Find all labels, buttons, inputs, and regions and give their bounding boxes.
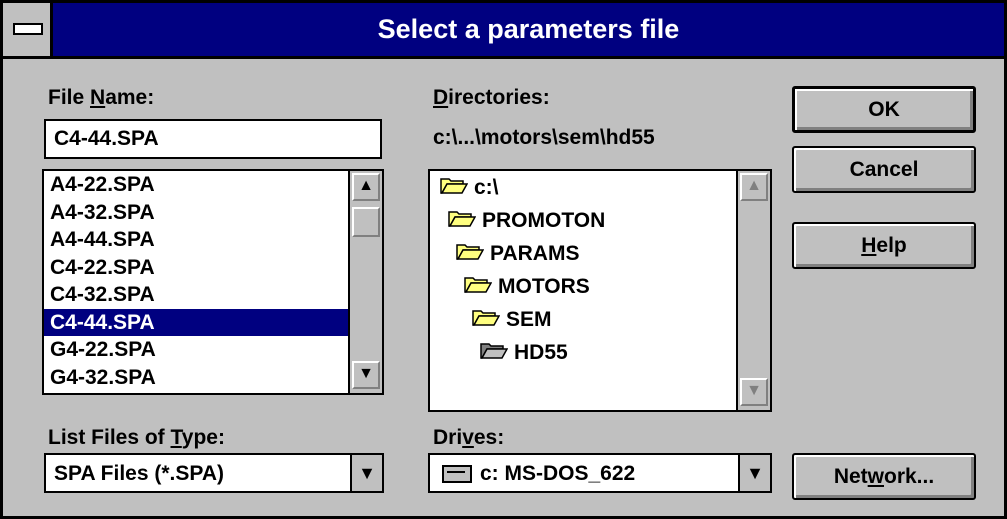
directory-item[interactable]: PROMOTON (430, 204, 736, 237)
title-bar: Select a parameters file (3, 3, 1004, 59)
file-list-items: A4-22.SPA A4-32.SPA A4-44.SPA C4-22.SPA C4-3… (44, 171, 348, 393)
file-name-input[interactable]: C4-44.SPA (44, 119, 382, 159)
file-list-item[interactable]: A4-44.SPA (44, 226, 348, 254)
scroll-down-arrow-icon[interactable]: ▼ (740, 378, 768, 406)
drives-label: Drives: (433, 426, 505, 449)
drives-value: c: MS-DOS_622 (442, 462, 635, 486)
file-type-combo[interactable]: SPA Files (*.SPA) ▼ (44, 453, 384, 493)
directory-item-label: HD55 (514, 341, 568, 364)
directories-label: Directories: (433, 86, 550, 109)
dropdown-arrow-icon[interactable]: ▼ (350, 455, 382, 491)
current-directory-path: c:\...\motors\sem\hd55 (433, 126, 655, 149)
folder-icon (480, 337, 509, 370)
scroll-up-arrow-icon[interactable]: ▲ (740, 173, 768, 201)
directory-item-label: PARAMS (490, 242, 580, 265)
open-folder-icon (440, 172, 469, 205)
file-list[interactable]: A4-22.SPA A4-32.SPA A4-44.SPA C4-22.SPA C4-3… (42, 169, 384, 395)
dropdown-arrow-icon[interactable]: ▼ (738, 455, 770, 491)
directory-list-items: c:\ PROMOTON PARAMS MOTORS SEM HD55 (430, 171, 736, 410)
directory-list[interactable]: c:\ PROMOTON PARAMS MOTORS SEM HD55 ▲ ▼ (428, 169, 772, 412)
scroll-up-arrow-icon[interactable]: ▲ (352, 173, 380, 201)
file-list-item[interactable]: C4-32.SPA (44, 281, 348, 309)
ok-button[interactable]: OK (792, 86, 976, 133)
select-parameters-file-dialog: Select a parameters file File Name: C4-4… (0, 0, 1007, 519)
directory-item[interactable]: c:\ (430, 171, 736, 204)
network-button[interactable]: Net w ork... (792, 453, 976, 500)
help-button[interactable]: Help (792, 222, 976, 269)
file-list-item[interactable]: A4-22.SPA (44, 171, 348, 199)
directory-list-scrollbar[interactable]: ▲ ▼ (736, 171, 770, 410)
file-type-value: SPA Files (*.SPA) (54, 462, 224, 485)
file-name-label: File Name: (48, 86, 155, 109)
open-folder-icon (448, 205, 477, 238)
file-list-item[interactable]: G4-22.SPA (44, 336, 348, 364)
open-folder-icon (472, 304, 501, 337)
file-list-item[interactable]: C4-44.SPA (44, 308, 348, 336)
directory-item-label: c:\ (474, 176, 499, 199)
directory-item[interactable]: PARAMS (430, 237, 736, 270)
cancel-button[interactable]: Cancel (792, 146, 976, 193)
file-list-item[interactable]: A4-32.SPA (44, 199, 348, 227)
file-type-label: List Files of Type: (48, 426, 225, 449)
directory-item-label: MOTORS (498, 275, 590, 298)
drives-combo[interactable]: c: MS-DOS_622 ▼ (428, 453, 772, 493)
directory-item-label: SEM (506, 308, 552, 331)
scroll-down-arrow-icon[interactable]: ▼ (352, 361, 380, 389)
drive-icon (442, 465, 472, 484)
system-menu-button[interactable] (3, 3, 53, 56)
file-list-item[interactable]: G4-32.SPA (44, 364, 348, 392)
open-folder-icon (464, 271, 493, 304)
directory-item[interactable]: SEM (430, 303, 736, 336)
open-folder-icon (456, 238, 485, 271)
file-list-item[interactable]: C4-22.SPA (44, 254, 348, 282)
directory-item[interactable]: HD55 (430, 336, 736, 369)
file-list-scrollbar[interactable]: ▲ ▼ (348, 171, 382, 393)
system-menu-icon (13, 23, 43, 35)
dialog-title: Select a parameters file (377, 14, 680, 44)
directory-item-label: PROMOTON (482, 209, 606, 232)
scroll-thumb[interactable] (352, 207, 380, 237)
directory-item[interactable]: MOTORS (430, 270, 736, 303)
